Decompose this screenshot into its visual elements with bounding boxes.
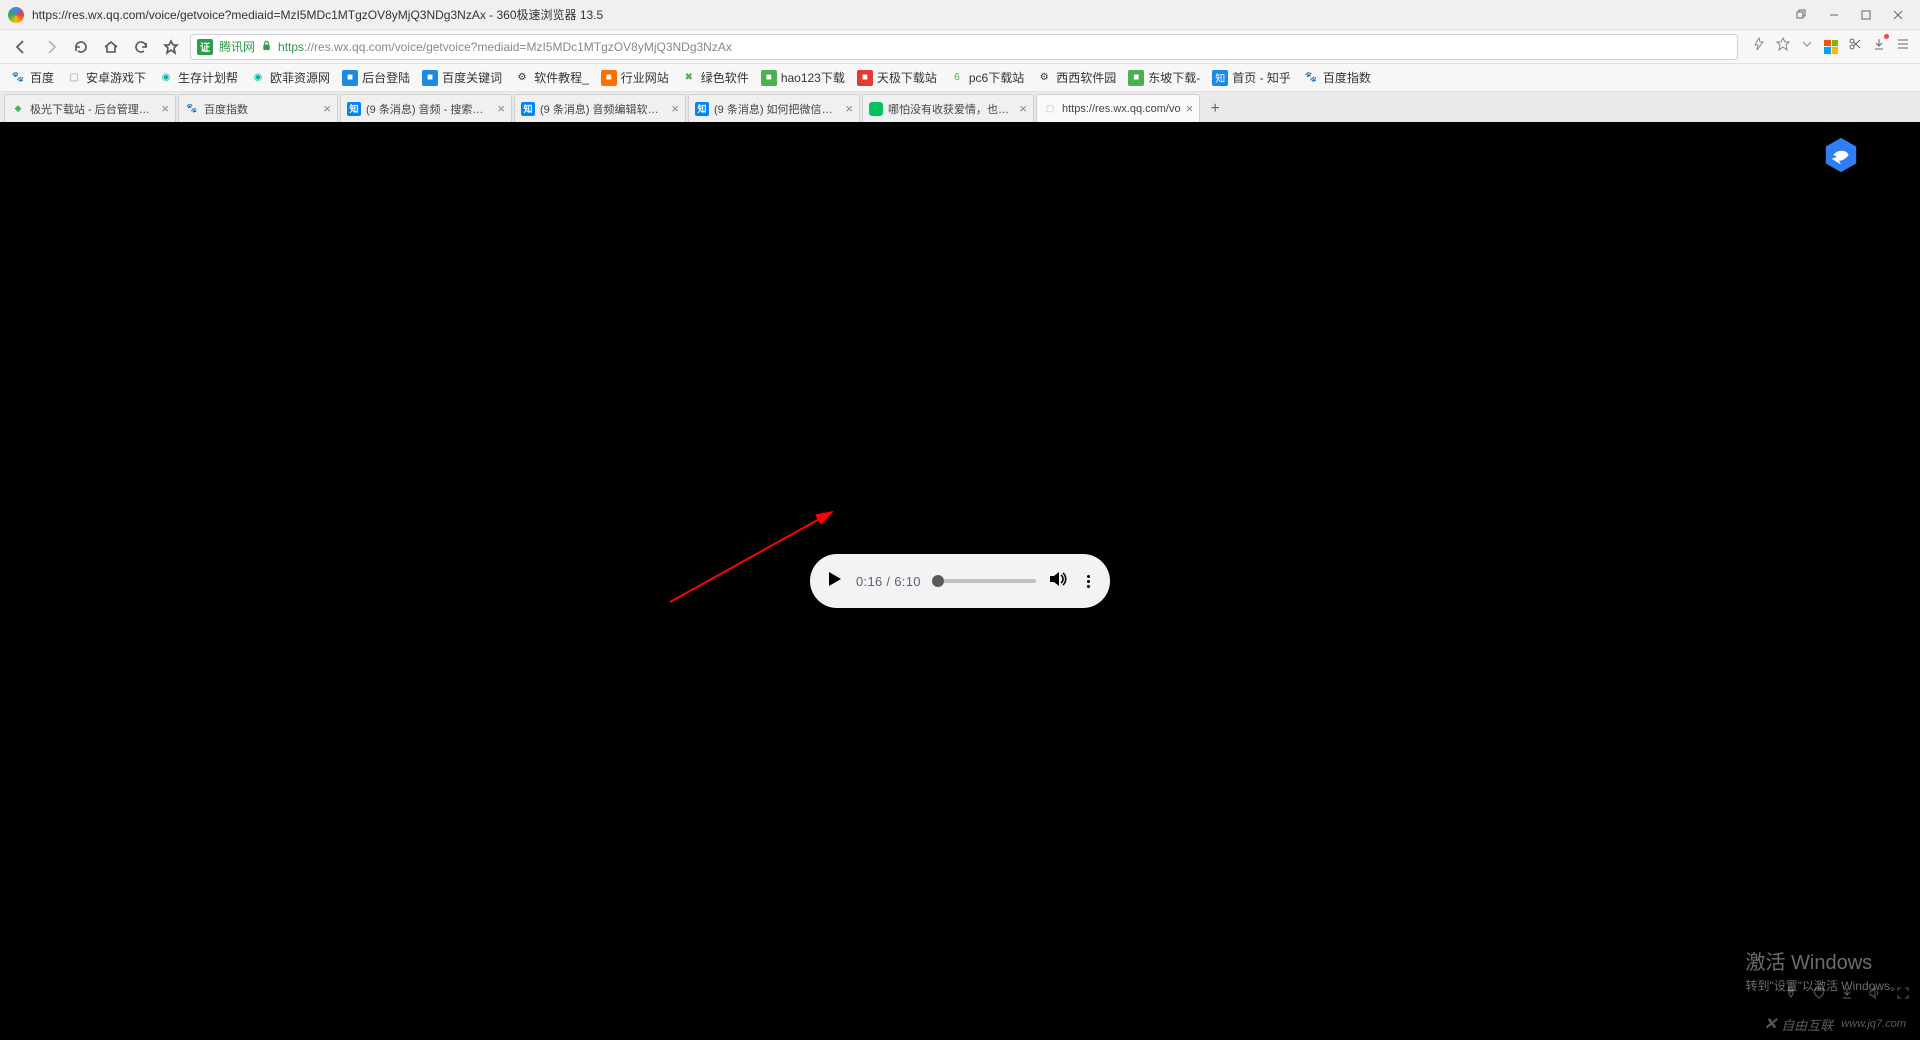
browser-app-icon: [8, 7, 24, 23]
gear-icon: ⚙: [514, 70, 530, 86]
tab[interactable]: 🐾百度指数×: [178, 94, 338, 122]
bookmark-item[interactable]: 6pc6下载站: [949, 69, 1024, 86]
tab[interactable]: 知(9 条消息) 音频编辑软件 - 知×: [514, 94, 686, 122]
window-pin-icon[interactable]: [1788, 4, 1816, 26]
nav-bar: 证 腾讯网 https://res.wx.qq.com/voice/getvoi…: [0, 30, 1920, 64]
bookmark-item[interactable]: ■后台登陆: [342, 69, 410, 86]
gear-icon: ⚙: [1036, 70, 1052, 86]
file-icon: ▢: [66, 70, 82, 86]
file-icon: ▢: [1043, 102, 1057, 116]
volume-button[interactable]: [1048, 569, 1068, 594]
favorite-star-icon[interactable]: [1776, 37, 1790, 56]
wechat-icon: [869, 102, 883, 116]
time-display: 0:16 / 6:10: [856, 574, 921, 589]
tab[interactable]: 知(9 条消息) 音频 - 搜索结果 - ×: [340, 94, 512, 122]
close-icon[interactable]: ×: [1019, 102, 1027, 115]
bookmark-item[interactable]: 🐾百度指数: [1303, 69, 1371, 86]
home-button[interactable]: [100, 36, 122, 58]
close-icon[interactable]: ×: [845, 102, 853, 115]
teal-icon: ◉: [158, 70, 174, 86]
teal-icon: ◉: [250, 70, 266, 86]
microsoft-icon[interactable]: [1824, 40, 1838, 54]
undo-nav-button[interactable]: [130, 36, 152, 58]
bookmark-item[interactable]: ◉生存计划帮: [158, 69, 238, 86]
reload-button[interactable]: [70, 36, 92, 58]
tab[interactable]: 哪怕没有收获爱情，也收获×: [862, 94, 1034, 122]
close-icon[interactable]: ×: [671, 102, 679, 115]
zhihu-icon: 知: [347, 102, 361, 116]
audio-player: 0:16 / 6:10: [810, 554, 1110, 608]
zhihu-icon: 知: [695, 102, 709, 116]
window-maximize-icon[interactable]: [1852, 4, 1880, 26]
window-close-icon[interactable]: [1884, 4, 1912, 26]
zhihu-icon: 知: [521, 102, 535, 116]
square-icon: ■: [857, 70, 873, 86]
site-verified-badge: 证: [197, 39, 213, 55]
bookmark-item[interactable]: ■东坡下载-: [1128, 69, 1200, 86]
window-title-bar: https://res.wx.qq.com/voice/getvoice?med…: [0, 0, 1920, 30]
close-icon[interactable]: ×: [323, 102, 331, 115]
seek-slider[interactable]: [933, 579, 1036, 583]
bookmark-item[interactable]: ⚙软件教程_: [514, 69, 589, 86]
window-title: https://res.wx.qq.com/voice/getvoice?med…: [32, 6, 1788, 23]
bookmark-star-button[interactable]: [160, 36, 182, 58]
forward-button[interactable]: [40, 36, 62, 58]
bookmark-item[interactable]: 知首页 - 知乎: [1212, 69, 1291, 86]
windows-activation-watermark: 激活 Windows 转到"设置"以激活 Windows。: [1745, 946, 1902, 994]
download-icon[interactable]: [1872, 37, 1886, 56]
seek-thumb[interactable]: [932, 575, 944, 587]
x-icon: ✖: [681, 70, 697, 86]
square-icon: ■: [342, 70, 358, 86]
bookmarks-bar: 🐾百度 ▢安卓游戏下 ◉生存计划帮 ◉欧菲资源网 ■后台登陆 ■百度关键词 ⚙软…: [0, 64, 1920, 92]
tab-active[interactable]: ▢https://res.wx.qq.com/vo×: [1036, 94, 1200, 122]
square-icon: ■: [1128, 70, 1144, 86]
site-name-label: 腾讯网: [219, 38, 255, 55]
square-icon: ■: [601, 70, 617, 86]
more-options-button[interactable]: [1080, 575, 1096, 588]
dot-icon: [1087, 575, 1090, 578]
tab[interactable]: ◆极光下载站 - 后台管理中心×: [4, 94, 176, 122]
close-icon[interactable]: ×: [161, 102, 169, 115]
square-icon: ■: [422, 70, 438, 86]
bookmark-item[interactable]: ▢安卓游戏下: [66, 69, 146, 86]
tab-strip: ◆极光下载站 - 后台管理中心× 🐾百度指数× 知(9 条消息) 音频 - 搜索…: [0, 92, 1920, 122]
bookmark-item[interactable]: ✖绿色软件: [681, 69, 749, 86]
square-icon: ■: [761, 70, 777, 86]
six-icon: 6: [949, 70, 965, 86]
bookmark-item[interactable]: ■行业网站: [601, 69, 669, 86]
dot-icon: [1087, 585, 1090, 588]
zhihu-icon: 知: [1212, 70, 1228, 86]
new-tab-button[interactable]: +: [1202, 96, 1228, 122]
scissors-icon[interactable]: [1848, 37, 1862, 56]
x-icon: ✕: [1764, 1014, 1777, 1034]
lightning-icon[interactable]: [1752, 37, 1766, 56]
lock-icon: [261, 38, 272, 56]
menu-icon[interactable]: [1896, 37, 1910, 56]
play-button[interactable]: [824, 569, 844, 594]
window-minimize-icon[interactable]: [1820, 4, 1848, 26]
address-bar[interactable]: 证 腾讯网 https://res.wx.qq.com/voice/getvoi…: [190, 34, 1738, 60]
url-text: https://res.wx.qq.com/voice/getvoice?med…: [278, 40, 732, 54]
page-content: 0:16 / 6:10 激活 Windows 转到"设置"以激活 Windows…: [0, 122, 1920, 1040]
bookmark-item[interactable]: ■hao123下载: [761, 69, 845, 86]
back-button[interactable]: [10, 36, 32, 58]
site-watermark: ✕ 自由互联 www.jq7.com: [1764, 1014, 1906, 1034]
bookmark-item[interactable]: 🐾百度: [10, 69, 54, 86]
favicon-icon: ◆: [11, 102, 25, 116]
paw-icon: 🐾: [1303, 70, 1319, 86]
dot-icon: [1087, 580, 1090, 583]
bookmark-item[interactable]: ◉欧菲资源网: [250, 69, 330, 86]
bookmark-item[interactable]: ■天极下载站: [857, 69, 937, 86]
paw-icon: 🐾: [10, 70, 26, 86]
chevron-down-icon[interactable]: [1800, 37, 1814, 56]
thunder-bird-icon[interactable]: [1822, 136, 1860, 174]
close-icon[interactable]: ×: [497, 102, 505, 115]
close-icon[interactable]: ×: [1186, 102, 1194, 115]
bookmark-item[interactable]: ■百度关键词: [422, 69, 502, 86]
paw-icon: 🐾: [185, 102, 199, 116]
tab[interactable]: 知(9 条消息) 如何把微信公共号×: [688, 94, 860, 122]
bookmark-item[interactable]: ⚙西西软件园: [1036, 69, 1116, 86]
